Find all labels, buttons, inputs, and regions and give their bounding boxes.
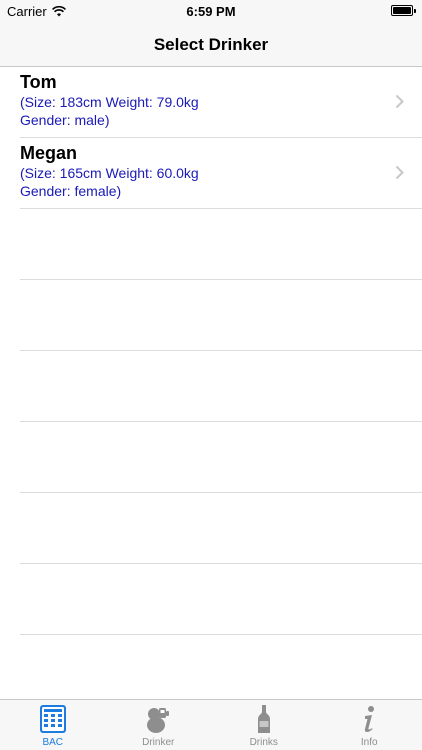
drinker-detail-line: Gender: male) — [20, 112, 110, 128]
navigation-bar: Select Drinker — [0, 24, 422, 67]
drinker-details: (Size: 165cm Weight: 60.0kg Gender: fema… — [20, 164, 199, 200]
battery-icon — [391, 5, 416, 16]
tab-bac[interactable]: BAC — [0, 700, 106, 750]
drinker-detail-line: (Size: 165cm Weight: 60.0kg — [20, 165, 199, 181]
drinker-list: Tom (Size: 183cm Weight: 79.0kg Gender: … — [0, 67, 422, 699]
empty-row — [20, 209, 422, 280]
empty-row — [20, 351, 422, 422]
tab-bar: BAC Drinker Drinks Info — [0, 699, 422, 750]
drinker-detail-line: Gender: female) — [20, 183, 122, 199]
bottle-icon — [257, 705, 270, 733]
status-bar: Carrier 6:59 PM — [0, 0, 422, 24]
info-icon — [365, 706, 375, 732]
drinker-details: (Size: 183cm Weight: 79.0kg Gender: male… — [20, 93, 199, 129]
empty-row — [20, 564, 422, 635]
tab-label: Info — [360, 737, 378, 748]
tab-label: Drinker — [142, 737, 175, 748]
drinker-detail-line: (Size: 183cm Weight: 79.0kg — [20, 94, 199, 110]
drinker-icon — [147, 708, 170, 733]
empty-row — [20, 635, 422, 699]
tab-drinker[interactable]: Drinker — [106, 700, 212, 750]
tab-label: Drinks — [249, 737, 278, 748]
page-title: Select Drinker — [153, 35, 269, 54]
tab-drinks[interactable]: Drinks — [211, 700, 317, 750]
empty-row — [20, 422, 422, 493]
tab-info[interactable]: Info — [317, 700, 422, 750]
empty-row — [20, 493, 422, 564]
tab-label: BAC — [42, 737, 64, 748]
drinker-row-megan[interactable]: Megan (Size: 165cm Weight: 60.0kg Gender… — [20, 138, 422, 209]
empty-row — [20, 280, 422, 351]
drinker-name: Megan — [20, 143, 78, 163]
status-time: 6:59 PM — [186, 4, 236, 19]
calculator-icon — [39, 705, 66, 733]
drinker-name: Tom — [20, 72, 57, 92]
drinker-row-tom[interactable]: Tom (Size: 183cm Weight: 79.0kg Gender: … — [20, 67, 422, 138]
chevron-right-icon — [395, 94, 404, 109]
chevron-right-icon — [395, 165, 404, 180]
